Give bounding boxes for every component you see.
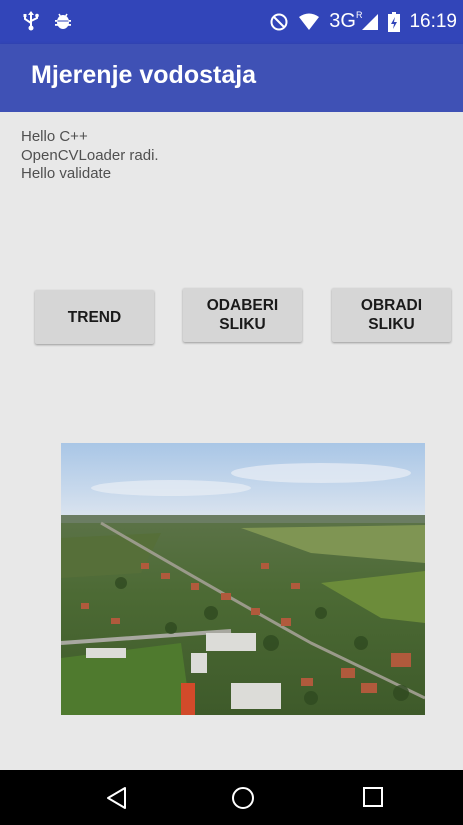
home-icon[interactable] (231, 786, 255, 815)
select-image-button[interactable]: ODABERI SLIKU (183, 288, 302, 342)
android-debug-icon (54, 11, 72, 31)
process-image-button-label-line2: SLIKU (368, 316, 415, 333)
main-content: Hello C++ OpenCVLoader radi. Hello valid… (0, 112, 463, 770)
aerial-photo (61, 443, 425, 715)
clock: 16:19 (409, 10, 457, 32)
log-text: Hello C++ OpenCVLoader radi. Hello valid… (21, 128, 159, 184)
wifi-icon (298, 13, 320, 31)
back-icon[interactable] (106, 786, 128, 815)
trend-button-label: TREND (67, 308, 122, 326)
select-image-button-label-line2: SLIKU (219, 316, 266, 333)
page-title: Mjerenje vodostaja (31, 61, 257, 89)
log-line: Hello validate (21, 165, 112, 182)
navigation-bar (0, 770, 463, 825)
battery-charging-icon (388, 11, 401, 32)
trend-button[interactable]: TREND (35, 290, 154, 344)
usb-icon (22, 11, 40, 31)
roaming-flag: R (355, 10, 363, 20)
process-image-button-label-line1: OBRADI (360, 297, 423, 314)
app-bar: Mjerenje vodostaja (0, 44, 463, 112)
process-image-button[interactable]: OBRADI SLIKU (332, 288, 451, 342)
network-type-label: 3G (329, 10, 356, 32)
recents-icon[interactable] (362, 786, 384, 813)
log-line: OpenCVLoader radi. (21, 146, 159, 164)
network-type: 3G R (329, 10, 362, 33)
status-bar: 3G R 16:19 (0, 0, 463, 44)
select-image-button-label-line1: ODABERI (206, 297, 279, 314)
cell-signal-icon (361, 13, 379, 31)
do-not-disturb-icon (269, 12, 289, 32)
log-line: Hello C++ (21, 128, 88, 145)
